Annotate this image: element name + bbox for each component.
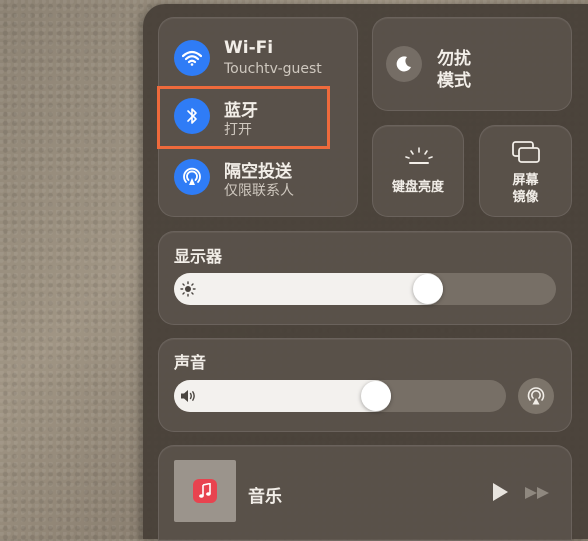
keyboard-brightness-icon	[404, 146, 434, 172]
play-icon[interactable]	[490, 482, 510, 506]
sound-tile: 声音	[158, 338, 572, 432]
airdrop-icon[interactable]	[174, 159, 210, 195]
volume-slider[interactable]	[174, 380, 506, 412]
keyboard-brightness-label: 键盘亮度	[391, 180, 444, 195]
screen-mirroring-icon	[511, 140, 541, 168]
airdrop-label: 隔空投送	[224, 162, 292, 182]
airdrop-status: 仅限联系人	[224, 183, 294, 199]
screen-mirroring-tile[interactable]: 屏幕 镜像	[479, 125, 572, 217]
moon-icon[interactable]	[386, 46, 422, 82]
keyboard-brightness-tile[interactable]: 键盘亮度	[372, 125, 464, 217]
now-playing-app-name: 音乐	[248, 487, 282, 507]
display-tile: 显示器	[158, 231, 572, 325]
speaker-icon	[179, 388, 199, 408]
music-note-icon	[193, 479, 217, 503]
forward-icon[interactable]	[524, 485, 552, 504]
volume-slider-fill	[174, 380, 391, 412]
wifi-status: Touchtv-guest	[224, 61, 322, 77]
screen-mirroring-label-line1: 屏幕	[512, 173, 539, 188]
sound-title: 声音	[174, 353, 207, 372]
dnd-label-line2: 模式	[437, 71, 471, 91]
bluetooth-highlight-box	[157, 86, 330, 149]
now-playing-tile: 音乐	[158, 445, 572, 541]
brightness-slider-fill	[174, 273, 443, 305]
display-title: 显示器	[174, 247, 223, 266]
sun-icon	[180, 281, 196, 301]
volume-slider-knob[interactable]	[361, 381, 391, 411]
brightness-slider-knob[interactable]	[413, 274, 443, 304]
brightness-slider[interactable]	[174, 273, 556, 305]
wifi-toggle[interactable]: Wi-Fi Touchtv-guest	[170, 37, 350, 82]
wifi-icon[interactable]	[174, 40, 210, 76]
do-not-disturb-tile[interactable]: 勿扰 模式	[372, 17, 572, 111]
album-art[interactable]	[174, 460, 236, 522]
screen-mirroring-label-line2: 镜像	[512, 190, 539, 205]
airdrop-toggle[interactable]: 隔空投送 仅限联系人	[170, 156, 350, 201]
airplay-audio-icon[interactable]	[518, 378, 554, 414]
wifi-label: Wi-Fi	[224, 38, 274, 58]
